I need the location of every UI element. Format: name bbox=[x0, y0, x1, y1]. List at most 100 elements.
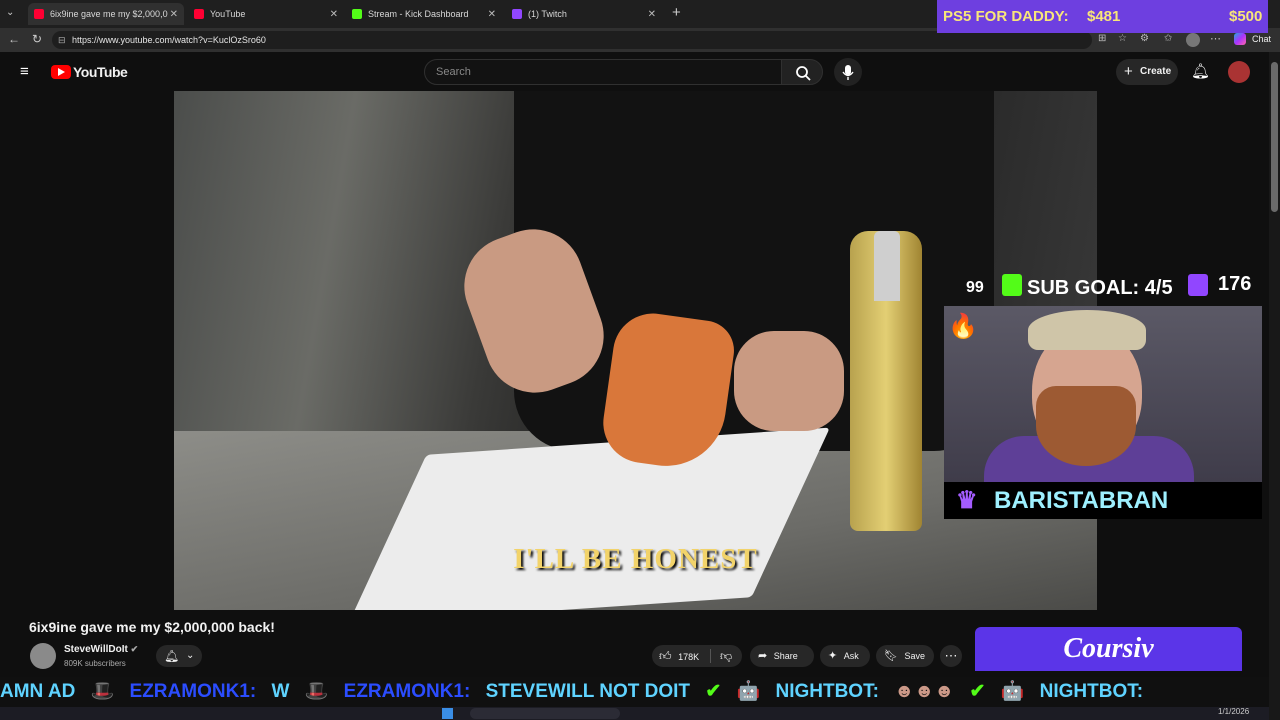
more-menu-icon[interactable]: ⋯ bbox=[1210, 32, 1221, 45]
share-icon: ➦ bbox=[758, 650, 768, 662]
webcam-hat bbox=[1028, 310, 1146, 350]
verified-check-icon: ✔ bbox=[130, 644, 139, 654]
more-actions-icon[interactable]: ⋯ bbox=[940, 645, 962, 667]
copilot-icon[interactable] bbox=[1234, 33, 1246, 45]
ask-button[interactable]: ✦ Ask bbox=[820, 645, 870, 667]
scrollbar-thumb[interactable] bbox=[1271, 62, 1278, 212]
youtube-logo-icon[interactable] bbox=[51, 65, 71, 79]
ticker-item: EZRAMONK1: bbox=[343, 681, 471, 702]
face-emote-icon: ☻☻☻ bbox=[894, 681, 955, 702]
bookmark-icon: 🔖︎ bbox=[884, 650, 898, 662]
create-label: Create bbox=[1140, 66, 1172, 77]
search-icon bbox=[796, 66, 811, 81]
streamer-webcam: 🔥 bbox=[944, 306, 1262, 482]
reload-icon[interactable]: ↻ bbox=[32, 32, 42, 46]
like-button[interactable]: 👍︎ 178K bbox=[659, 645, 709, 668]
os-taskbar: 1/1/2026 bbox=[0, 707, 1280, 720]
like-count: 178K bbox=[678, 652, 700, 662]
tab-label: (1) Twitch bbox=[528, 9, 567, 19]
ticker-item: STEVEWILL NOT DOIT bbox=[485, 681, 691, 702]
search-input[interactable]: Search bbox=[424, 59, 782, 85]
ask-label: Ask bbox=[843, 651, 859, 661]
plus-icon: + bbox=[1124, 63, 1133, 80]
hamburger-menu-icon[interactable]: ≡ bbox=[20, 63, 29, 80]
donation-goal-target: $500 bbox=[1229, 8, 1263, 25]
tab-list-chevron-icon[interactable]: ⌄ bbox=[6, 7, 20, 21]
close-tab-icon[interactable]: ✕ bbox=[648, 9, 656, 20]
video-scene-bottle-neck bbox=[874, 231, 900, 301]
tab-label: YouTube bbox=[210, 9, 246, 19]
streamer-name: BARISTABRAN bbox=[994, 487, 1169, 514]
favorites-icon[interactable]: ✩ bbox=[1164, 33, 1172, 44]
app-icon[interactable]: ⊞ bbox=[1098, 33, 1106, 44]
close-tab-icon[interactable]: ✕ bbox=[330, 9, 338, 20]
tab-kick-dashboard[interactable]: Stream - Kick Dashboard ✕ bbox=[346, 3, 502, 25]
account-avatar[interactable] bbox=[1228, 61, 1250, 83]
sub-goal-text: SUB GOAL: 4/5 bbox=[1027, 277, 1173, 299]
sparkle-icon: ✦ bbox=[828, 650, 838, 662]
tab-label: Stream - Kick Dashboard bbox=[368, 9, 469, 19]
channel-avatar[interactable] bbox=[30, 643, 56, 669]
video-title: 6ix9ine gave me my $2,000,000 back! bbox=[29, 619, 275, 635]
fire-emoji-icon: 🔥 bbox=[948, 313, 978, 340]
voice-search-button[interactable] bbox=[834, 58, 862, 86]
chat-label[interactable]: Chat bbox=[1252, 34, 1271, 44]
save-button[interactable]: 🔖︎ Save bbox=[876, 645, 934, 667]
crown-icon: ♛ bbox=[956, 487, 978, 514]
channel-name-text: SteveWillDoIt bbox=[64, 644, 128, 655]
ticker-item: AMN AD bbox=[0, 681, 76, 702]
close-tab-icon[interactable]: ✕ bbox=[488, 9, 496, 20]
site-info-icon[interactable]: ⊟ bbox=[58, 31, 66, 49]
bell-icon: 🔔︎ bbox=[164, 649, 180, 663]
youtube-header: ≡ YouTube Search + Create 🔔︎ bbox=[0, 52, 1268, 92]
donation-goal-label: PS5 FOR DADDY: bbox=[943, 8, 1069, 25]
robot-emote-icon: 🤖 bbox=[736, 681, 761, 702]
channel-name[interactable]: SteveWillDoIt ✔ bbox=[64, 644, 138, 655]
subscribe-bell-button[interactable]: 🔔︎ ⌄ bbox=[156, 645, 202, 667]
like-divider bbox=[710, 649, 711, 663]
sub-goal-overlay: 99 SUB GOAL: 4/5 176 bbox=[960, 270, 1270, 304]
url-field[interactable]: ⊟ https://www.youtube.com/watch?v=KuclOz… bbox=[52, 31, 1092, 49]
tab-twitch[interactable]: (1) Twitch ✕ bbox=[506, 3, 662, 25]
dislike-button[interactable]: 👎︎ bbox=[720, 645, 732, 667]
tab-label: 6ix9ine gave me my $2,000,0 bbox=[50, 9, 168, 19]
new-tab-icon[interactable]: + bbox=[672, 4, 681, 21]
create-button[interactable]: + Create bbox=[1116, 59, 1178, 85]
hat-emote-icon: 🎩 bbox=[90, 681, 115, 702]
taskbar-date: 1/1/2026 bbox=[1218, 707, 1250, 716]
star-icon[interactable]: ☆ bbox=[1118, 33, 1127, 44]
video-scene-hand bbox=[734, 331, 844, 431]
share-button[interactable]: ➦ Share bbox=[750, 645, 814, 667]
taskbar-search[interactable] bbox=[470, 708, 620, 719]
coursiv-ad-banner[interactable]: Coursiv bbox=[975, 627, 1242, 671]
microphone-icon bbox=[842, 65, 854, 80]
donation-goal-bar: PS5 FOR DADDY: $481 $500 bbox=[937, 0, 1268, 33]
page-scrollbar[interactable] bbox=[1269, 52, 1280, 720]
search-button[interactable] bbox=[781, 59, 823, 85]
webcam-beard bbox=[1036, 386, 1136, 466]
thumbs-up-icon: 👍︎ bbox=[659, 649, 672, 663]
back-arrow-icon[interactable]: ← bbox=[8, 32, 20, 46]
ticker-item: EZRAMONK1: bbox=[129, 681, 257, 702]
save-label: Save bbox=[904, 651, 925, 661]
url-text: https://www.youtube.com/watch?v=KuclOzSr… bbox=[72, 35, 266, 45]
kick-logo-icon bbox=[1002, 274, 1022, 296]
twitch-logo-icon bbox=[1188, 274, 1208, 296]
donation-goal-current: $481 bbox=[1087, 8, 1121, 25]
hat-emote-icon: 🎩 bbox=[304, 681, 329, 702]
close-tab-icon[interactable]: ✕ bbox=[170, 9, 178, 20]
tab-video[interactable]: 6ix9ine gave me my $2,000,0 ✕ bbox=[28, 3, 184, 25]
checkmark-emote-icon: ✔ bbox=[969, 681, 986, 702]
youtube-logo-text[interactable]: YouTube bbox=[73, 64, 128, 80]
start-menu-icon[interactable] bbox=[442, 708, 453, 719]
youtube-favicon-icon bbox=[34, 9, 44, 19]
video-caption: I'LL BE HONEST bbox=[513, 543, 758, 575]
kick-favicon-icon bbox=[352, 9, 362, 19]
profile-avatar[interactable] bbox=[1186, 33, 1200, 47]
tab-youtube[interactable]: YouTube ✕ bbox=[188, 3, 344, 25]
share-label: Share bbox=[773, 651, 798, 661]
extensions-icon[interactable]: ⚙ bbox=[1140, 33, 1149, 44]
notifications-bell-icon[interactable]: 🔔︎ bbox=[1191, 62, 1210, 80]
like-dislike-group: 👍︎ 178K 👎︎ bbox=[652, 645, 742, 667]
subscriber-count: 809K subscribers bbox=[64, 659, 126, 668]
